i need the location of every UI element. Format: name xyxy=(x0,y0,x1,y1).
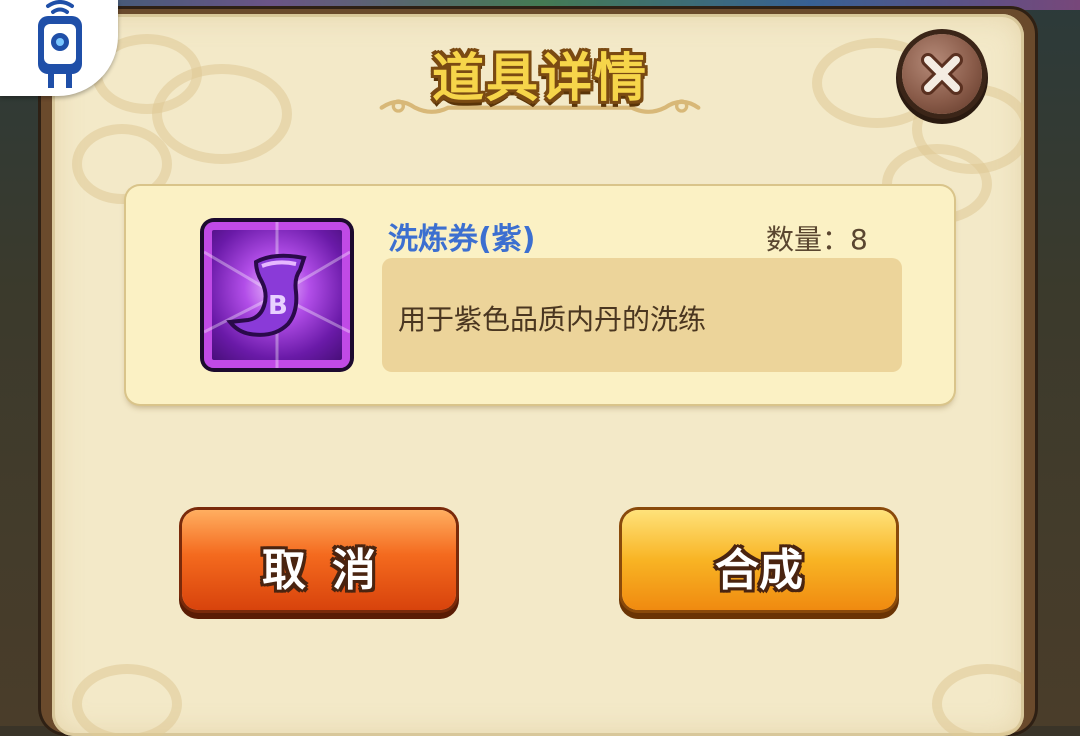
cloud-decoration xyxy=(932,664,1024,736)
item-description: 用于紫色品质内丹的洗练 xyxy=(398,303,707,336)
compose-button[interactable]: 合成 xyxy=(622,510,896,610)
close-x-icon xyxy=(921,53,963,95)
item-description-box: 用于紫色品质内丹的洗练 xyxy=(382,258,902,372)
quantity-value: 8 xyxy=(850,223,868,256)
item-name: 洗炼券(紫) xyxy=(388,222,536,257)
cloud-decoration xyxy=(72,664,182,736)
app-badge[interactable] xyxy=(0,0,118,96)
purple-scroll-icon: B xyxy=(204,222,350,368)
cloud-decoration xyxy=(152,64,292,164)
cancel-button[interactable]: 取消 xyxy=(182,510,456,610)
dialog-title: 道具详情 xyxy=(431,49,648,109)
compose-button-label: 合成 xyxy=(715,545,803,596)
cancel-button-label: 取消 xyxy=(262,545,402,596)
svg-text:B: B xyxy=(268,291,288,321)
quantity-label: 数量： xyxy=(766,223,851,256)
item-quantity: 数量：8 xyxy=(766,218,868,258)
item-info-card: B 洗炼券(紫) 数量：8 用于紫色品质内丹的洗练 xyxy=(126,186,954,404)
close-button[interactable] xyxy=(902,34,982,114)
dialog-title-area: 道具详情 xyxy=(330,30,750,130)
kiosk-device-icon xyxy=(38,0,82,88)
